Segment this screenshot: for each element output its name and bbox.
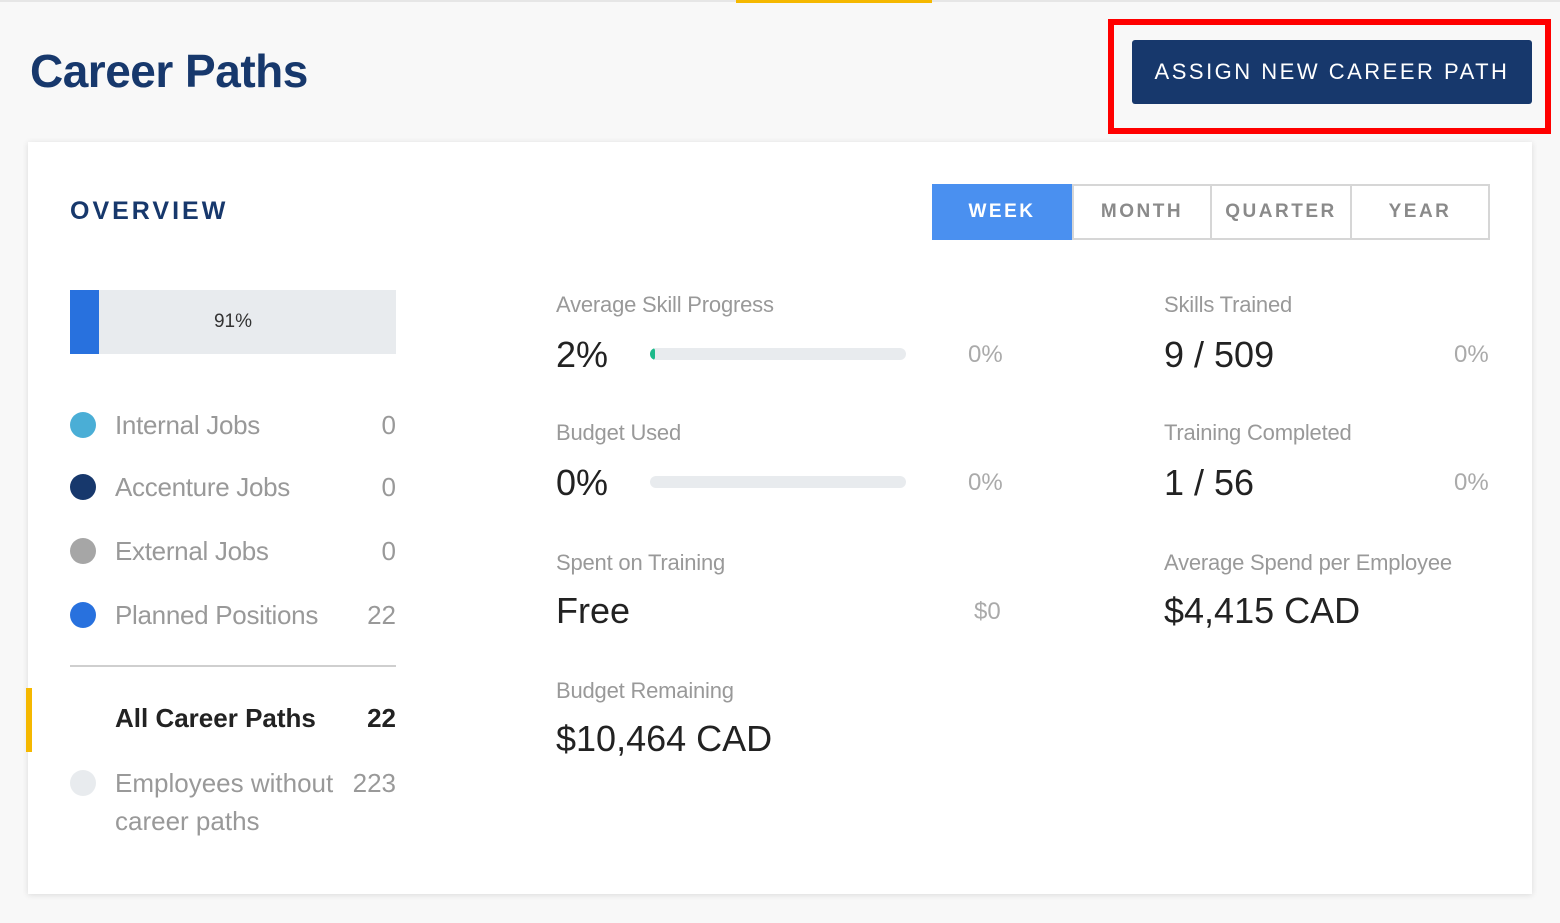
coverage-progress-bar: 91%: [70, 290, 396, 354]
training-completed-value: 1 / 56: [1164, 462, 1255, 503]
overview-title: OVERVIEW: [70, 197, 229, 225]
external-jobs-dot: [70, 538, 96, 564]
page-title: Career Paths: [30, 45, 308, 97]
avg-skill-progress-change: 0%: [968, 341, 1003, 368]
internal-jobs-dot: [70, 412, 96, 438]
legend-value: 0: [381, 409, 396, 440]
budget-remaining-label: Budget Remaining: [556, 678, 734, 703]
legend-label: Internal Jobs: [115, 409, 260, 440]
tab-quarter[interactable]: QUARTER: [1212, 186, 1352, 238]
tab-week[interactable]: WEEK: [932, 184, 1074, 240]
all-career-paths-label: All Career Paths: [115, 702, 316, 733]
coverage-progress-label: 91%: [213, 311, 253, 332]
overview-card: OVERVIEW WEEK MONTH QUARTER YEAR 91% Int…: [26, 142, 1532, 894]
period-tabs: WEEK MONTH QUARTER YEAR: [932, 184, 1490, 240]
avg-skill-progress-value: 2%: [556, 334, 609, 375]
budget-used-value: 0%: [556, 462, 609, 503]
budget-used-label: Budget Used: [556, 420, 681, 445]
legend-value: 0: [381, 471, 396, 502]
all-career-paths-item[interactable]: All Career Paths 22: [115, 698, 396, 738]
active-nav-indicator: [736, 0, 932, 3]
assign-new-career-path-button[interactable]: ASSIGN NEW CAREER PATH: [1132, 40, 1532, 104]
planned-positions-dot: [70, 602, 96, 628]
skills-trained-change: 0%: [1454, 341, 1489, 368]
legend-label: Accenture Jobs: [115, 471, 291, 502]
skills-trained-label: Skills Trained: [1164, 292, 1293, 317]
legend-value: 0: [381, 535, 396, 566]
skills-trained-value: 9 / 509: [1164, 334, 1275, 375]
legend-item-accenture-jobs[interactable]: Accenture Jobs 0: [70, 467, 396, 507]
legend-divider: [70, 665, 396, 667]
legend-label: External Jobs: [115, 535, 269, 566]
avg-skill-progress-fill: [650, 348, 656, 360]
avg-spend-per-employee-label: Average Spend per Employee: [1164, 550, 1452, 575]
spent-on-training-value: Free: [556, 590, 631, 631]
avg-spend-per-employee-value: $4,415 CAD: [1164, 590, 1361, 631]
legend-item-planned-positions[interactable]: Planned Positions 22: [70, 595, 396, 635]
avg-skill-progress-bar: [650, 348, 906, 360]
legend-value: 22: [367, 599, 396, 630]
legend-label: Planned Positions: [115, 599, 319, 630]
selected-indicator: [26, 688, 32, 752]
avg-skill-progress-label: Average Skill Progress: [556, 292, 774, 317]
employees-without-value: 223: [352, 768, 396, 798]
spent-on-training-change: $0: [974, 598, 1001, 625]
tab-year[interactable]: YEAR: [1352, 186, 1488, 238]
spent-on-training-label: Spent on Training: [556, 550, 726, 575]
employees-without-dot: [70, 770, 96, 796]
training-completed-label: Training Completed: [1164, 420, 1352, 445]
tab-month[interactable]: MONTH: [1074, 186, 1212, 238]
budget-remaining-value: $10,464 CAD: [556, 718, 773, 759]
budget-used-change: 0%: [968, 469, 1003, 496]
legend-item-external-jobs[interactable]: External Jobs 0: [70, 531, 396, 571]
employees-without-label: Employees without career paths: [115, 768, 334, 836]
budget-used-bar: [650, 476, 906, 488]
all-career-paths-value: 22: [367, 702, 396, 733]
legend-item-internal-jobs[interactable]: Internal Jobs 0: [70, 405, 396, 445]
training-completed-change: 0%: [1454, 469, 1489, 496]
accenture-jobs-dot: [70, 474, 96, 500]
